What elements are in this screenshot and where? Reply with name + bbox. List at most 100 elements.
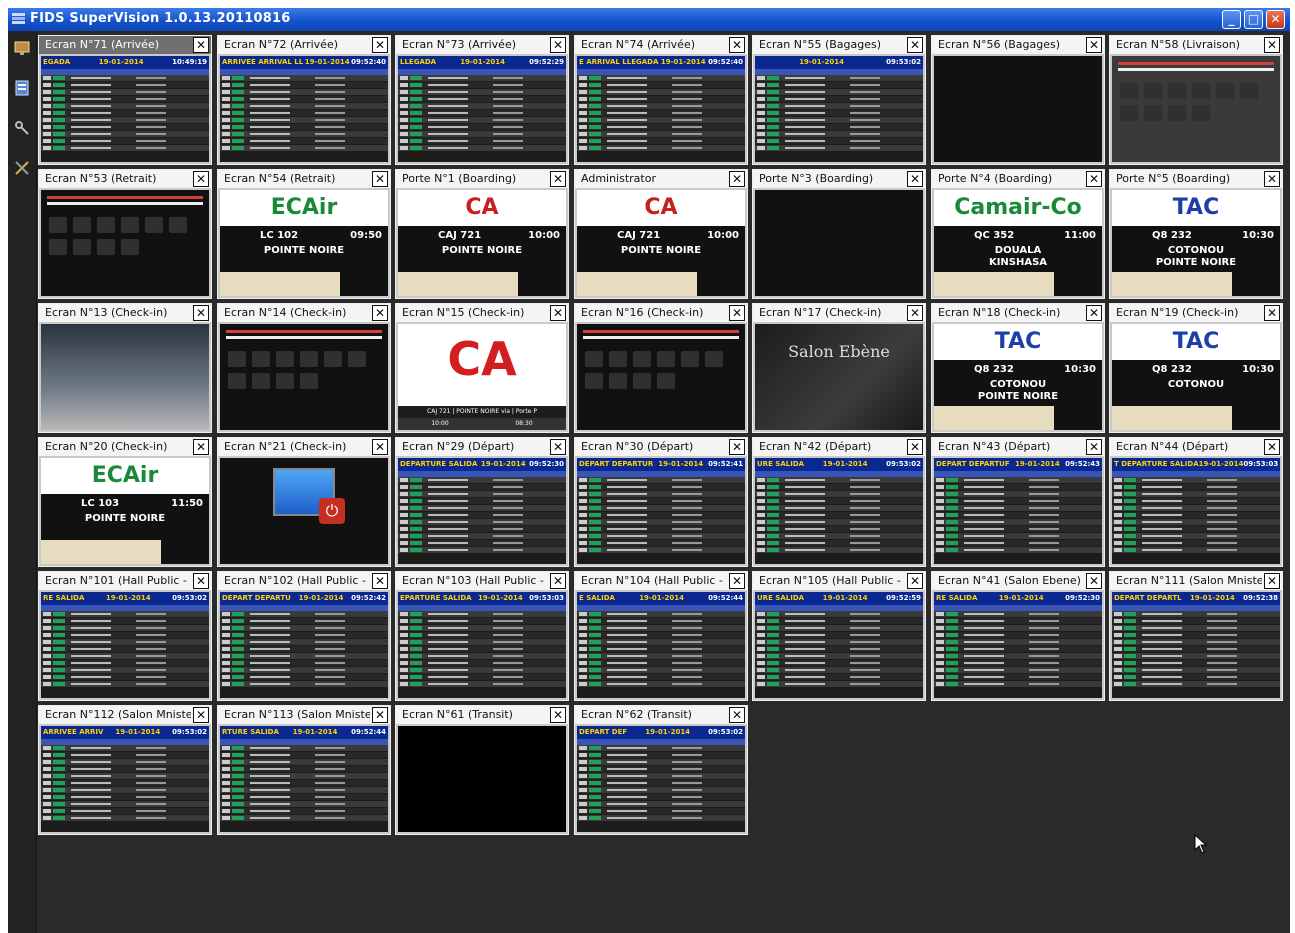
close-icon[interactable]: ✕	[193, 171, 209, 187]
key-icon[interactable]	[13, 119, 31, 137]
close-icon[interactable]: ✕	[729, 305, 745, 321]
screen-tile[interactable]: Ecran N°17 (Check-in) ✕ Salon Ebène	[752, 303, 926, 433]
close-icon[interactable]: ✕	[372, 707, 388, 723]
close-icon[interactable]: ✕	[550, 573, 566, 589]
tile-title-bar[interactable]: Ecran N°73 (Arrivée) ✕	[396, 36, 568, 54]
tile-title-bar[interactable]: Ecran N°58 (Livraison) ✕	[1110, 36, 1282, 54]
close-icon[interactable]: ✕	[1086, 37, 1102, 53]
screen-tile[interactable]: Ecran N°44 (Départ) ✕ T DEPARTURE SALIDA 19…	[1109, 437, 1283, 567]
tile-title-bar[interactable]: Administrator ✕	[575, 170, 747, 188]
tile-title-bar[interactable]: Porte N°3 (Boarding) ✕	[753, 170, 925, 188]
tile-title-bar[interactable]: Ecran N°30 (Départ) ✕	[575, 438, 747, 456]
tile-title-bar[interactable]: Ecran N°62 (Transit) ✕	[575, 706, 747, 724]
close-icon[interactable]: ✕	[550, 171, 566, 187]
tile-title-bar[interactable]: Ecran N°21 (Check-in) ✕	[218, 438, 390, 456]
tile-title-bar[interactable]: Ecran N°13 (Check-in) ✕	[39, 304, 211, 322]
close-icon[interactable]: ✕	[1264, 573, 1280, 589]
screen-tile[interactable]: Ecran N°14 (Check-in) ✕	[217, 303, 391, 433]
close-icon[interactable]: ✕	[907, 37, 923, 53]
screen-tile[interactable]: Ecran N°58 (Livraison) ✕	[1109, 35, 1283, 165]
close-icon[interactable]: ✕	[372, 439, 388, 455]
close-icon[interactable]: ✕	[729, 171, 745, 187]
screen-tile[interactable]: Ecran N°18 (Check-in) ✕ TAC Q8 232 10:30 COTO…	[931, 303, 1105, 433]
tools-icon[interactable]	[13, 159, 31, 177]
close-icon[interactable]: ✕	[1264, 305, 1280, 321]
screen-tile[interactable]: Ecran N°55 (Bagages) ✕ 19-01-2014 09:53:02	[752, 35, 926, 165]
close-icon[interactable]: ✕	[729, 439, 745, 455]
close-icon[interactable]: ✕	[729, 707, 745, 723]
tile-title-bar[interactable]: Ecran N°105 (Hall Public - ✕	[753, 572, 925, 590]
close-icon[interactable]: ✕	[1086, 573, 1102, 589]
tile-title-bar[interactable]: Porte N°4 (Boarding) ✕	[932, 170, 1104, 188]
tile-title-bar[interactable]: Ecran N°15 (Check-in) ✕	[396, 304, 568, 322]
close-icon[interactable]: ✕	[907, 439, 923, 455]
screen-tile[interactable]: Ecran N°30 (Départ) ✕ DEPART DEPARTUR 19-01…	[574, 437, 748, 567]
close-icon[interactable]: ✕	[372, 573, 388, 589]
close-icon[interactable]: ✕	[550, 305, 566, 321]
tile-title-bar[interactable]: Ecran N°72 (Arrivée) ✕	[218, 36, 390, 54]
screen-tile[interactable]: Ecran N°20 (Check-in) ✕ ECAir LC 103 11:50 PO…	[38, 437, 212, 567]
screen-tile[interactable]: Ecran N°19 (Check-in) ✕ TAC Q8 232 10:30 COTO…	[1109, 303, 1283, 433]
close-icon[interactable]: ✕	[907, 573, 923, 589]
tile-title-bar[interactable]: Ecran N°55 (Bagages) ✕	[753, 36, 925, 54]
screen-tile[interactable]: Ecran N°56 (Bagages) ✕	[931, 35, 1105, 165]
close-icon[interactable]: ✕	[193, 37, 209, 53]
close-icon[interactable]: ✕	[1264, 37, 1280, 53]
screen-tile[interactable]: Ecran N°105 (Hall Public - ✕ URE SALIDA 19-…	[752, 571, 926, 701]
screen-tile[interactable]: Ecran N°111 (Salon Mniste ✕ DEPART DEPARTL…	[1109, 571, 1283, 701]
screen-tile[interactable]: Ecran N°42 (Départ) ✕ URE SALIDA 19-01-2014…	[752, 437, 926, 567]
screen-tile[interactable]: Ecran N°101 (Hall Public - ✕ RE SALIDA 19-0…	[38, 571, 212, 701]
screen-tile[interactable]: Ecran N°41 (Salon Ebene) ✕ RE SALIDA 19-01-…	[931, 571, 1105, 701]
tile-title-bar[interactable]: Ecran N°44 (Départ) ✕	[1110, 438, 1282, 456]
close-icon[interactable]: ✕	[729, 37, 745, 53]
close-icon[interactable]: ✕	[1086, 305, 1102, 321]
screen-tile[interactable]: Porte N°4 (Boarding) ✕ Camair-Co QC 352 11:0…	[931, 169, 1105, 299]
screen-tile[interactable]: Porte N°5 (Boarding) ✕ TAC Q8 232 10:30 COTON…	[1109, 169, 1283, 299]
screen-tile[interactable]: Ecran N°16 (Check-in) ✕	[574, 303, 748, 433]
tile-title-bar[interactable]: Ecran N°111 (Salon Mniste ✕	[1110, 572, 1282, 590]
close-icon[interactable]: ✕	[372, 37, 388, 53]
tile-title-bar[interactable]: Ecran N°17 (Check-in) ✕	[753, 304, 925, 322]
screen-tile[interactable]: Administrator ✕ CA CAJ 721 10:00 POINTE NOIRE	[574, 169, 748, 299]
tile-title-bar[interactable]: Ecran N°101 (Hall Public - ✕	[39, 572, 211, 590]
maximize-button[interactable]: □	[1244, 10, 1263, 29]
screen-tile[interactable]: Ecran N°71 (Arrivée) ✕ EGADA 19-01-2014 10:4…	[38, 35, 212, 165]
close-icon[interactable]: ✕	[1264, 439, 1280, 455]
tile-title-bar[interactable]: Ecran N°41 (Salon Ebene) ✕	[932, 572, 1104, 590]
screen-tile[interactable]: Ecran N°104 (Hall Public - ✕ E SALIDA 19-01…	[574, 571, 748, 701]
close-icon[interactable]: ✕	[550, 37, 566, 53]
screen-tile[interactable]: Porte N°3 (Boarding) ✕	[752, 169, 926, 299]
screen-tile[interactable]: Ecran N°29 (Départ) ✕ DEPARTURE SALIDA 19-0…	[395, 437, 569, 567]
screens-icon[interactable]	[13, 79, 31, 97]
screen-tile[interactable]: Ecran N°61 (Transit) ✕	[395, 705, 569, 835]
screen-tile[interactable]: Ecran N°43 (Départ) ✕ DEPART DEPARTUF 19-01…	[931, 437, 1105, 567]
close-icon[interactable]: ✕	[1264, 171, 1280, 187]
tile-title-bar[interactable]: Ecran N°16 (Check-in) ✕	[575, 304, 747, 322]
tile-title-bar[interactable]: Porte N°5 (Boarding) ✕	[1110, 170, 1282, 188]
tile-title-bar[interactable]: Ecran N°112 (Salon Mniste ✕	[39, 706, 211, 724]
tile-title-bar[interactable]: Ecran N°74 (Arrivée) ✕	[575, 36, 747, 54]
tile-title-bar[interactable]: Ecran N°18 (Check-in) ✕	[932, 304, 1104, 322]
screen-tile[interactable]: Ecran N°113 (Salon Mniste ✕ RTURE SALIDA 19…	[217, 705, 391, 835]
tile-title-bar[interactable]: Ecran N°53 (Retrait) ✕	[39, 170, 211, 188]
screen-tile[interactable]: Ecran N°54 (Retrait) ✕ ECAir LC 102 09:50 POI…	[217, 169, 391, 299]
screen-tile[interactable]: Ecran N°21 (Check-in) ✕ ⏻ Host unreachable	[217, 437, 391, 567]
close-icon[interactable]: ✕	[372, 171, 388, 187]
close-icon[interactable]: ✕	[729, 573, 745, 589]
screen-tile[interactable]: Ecran N°15 (Check-in) ✕ CA CAJ 721 | POINTE…	[395, 303, 569, 433]
tile-title-bar[interactable]: Ecran N°61 (Transit) ✕	[396, 706, 568, 724]
tile-title-bar[interactable]: Ecran N°103 (Hall Public - ✕	[396, 572, 568, 590]
tile-title-bar[interactable]: Ecran N°113 (Salon Mniste ✕	[218, 706, 390, 724]
tile-title-bar[interactable]: Ecran N°102 (Hall Public - [✕	[218, 572, 390, 590]
tile-title-bar[interactable]: Ecran N°42 (Départ) ✕	[753, 438, 925, 456]
close-icon[interactable]: ✕	[193, 439, 209, 455]
tile-title-bar[interactable]: Porte N°1 (Boarding) ✕	[396, 170, 568, 188]
screen-tile[interactable]: Ecran N°53 (Retrait) ✕	[38, 169, 212, 299]
close-icon[interactable]: ✕	[193, 305, 209, 321]
tile-title-bar[interactable]: Ecran N°54 (Retrait) ✕	[218, 170, 390, 188]
tile-title-bar[interactable]: Ecran N°19 (Check-in) ✕	[1110, 304, 1282, 322]
close-icon[interactable]: ✕	[193, 707, 209, 723]
close-icon[interactable]: ✕	[1086, 439, 1102, 455]
minimize-button[interactable]: _	[1222, 10, 1241, 29]
close-icon[interactable]: ✕	[372, 305, 388, 321]
